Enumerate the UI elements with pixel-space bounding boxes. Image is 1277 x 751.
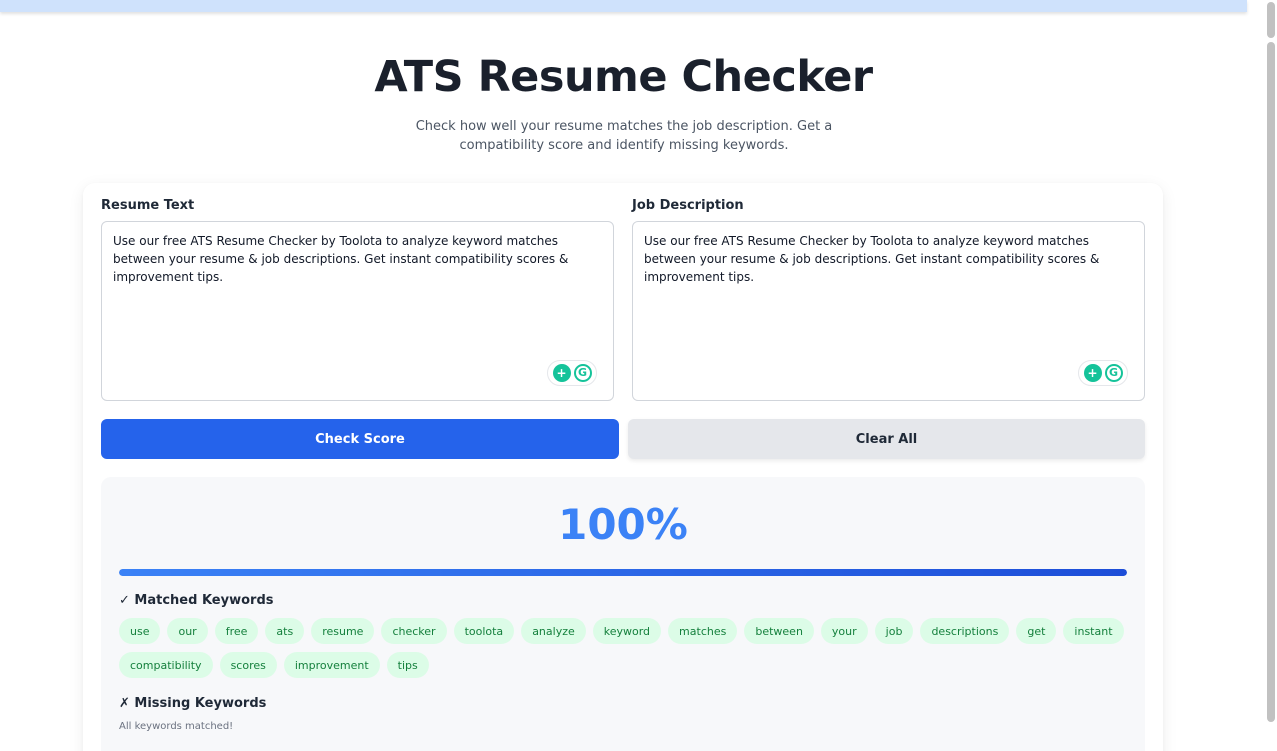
- keyword-chip: compatibility: [119, 652, 213, 678]
- top-banner: [0, 0, 1247, 12]
- grammarly-icon[interactable]: G: [1104, 364, 1123, 382]
- keyword-chip: instant: [1063, 618, 1124, 644]
- matched-keywords-heading: ✓ Matched Keywords: [119, 593, 274, 608]
- missing-keywords-heading: ✗ Missing Keywords: [119, 696, 267, 711]
- keyword-chip: toolota: [453, 618, 515, 644]
- keyword-chip: ats: [265, 618, 305, 644]
- keyword-chip: keyword: [592, 618, 662, 644]
- job-description-text: Use our free ATS Resume Checker by Toolo…: [644, 234, 1100, 284]
- job-description-textarea[interactable]: Use our free ATS Resume Checker by Toolo…: [632, 221, 1145, 401]
- scrollbar-thumb-top[interactable]: [1267, 2, 1275, 38]
- resume-text: Use our free ATS Resume Checker by Toolo…: [113, 234, 569, 284]
- keyword-chip: analyze: [521, 618, 586, 644]
- score-value: 100%: [558, 500, 688, 549]
- keyword-chip: checker: [381, 618, 447, 644]
- keyword-chip: your: [820, 618, 868, 644]
- grammarly-widget[interactable]: + G: [1078, 360, 1128, 386]
- keyword-chip: job: [874, 618, 914, 644]
- resume-textarea[interactable]: Use our free ATS Resume Checker by Toolo…: [101, 221, 614, 401]
- keyword-chip: free: [214, 618, 259, 644]
- keyword-chip: descriptions: [920, 618, 1010, 644]
- keyword-chip: use: [119, 618, 161, 644]
- keyword-chip: resume: [311, 618, 375, 644]
- score-progress-bar: [119, 569, 1127, 576]
- job-description-label: Job Description: [632, 198, 744, 213]
- keyword-chip: get: [1016, 618, 1057, 644]
- score-progress-fill: [119, 569, 1127, 576]
- missing-keywords-note: All keywords matched!: [119, 721, 234, 732]
- scrollbar[interactable]: [1265, 0, 1277, 751]
- keyword-chip: between: [744, 618, 814, 644]
- lightbulb-icon[interactable]: +: [552, 364, 571, 382]
- keyword-chip: our: [167, 618, 208, 644]
- scrollbar-thumb[interactable]: [1267, 42, 1275, 722]
- page-title: ATS Resume Checker: [374, 52, 873, 102]
- check-score-button[interactable]: Check Score: [101, 419, 619, 459]
- lightbulb-icon[interactable]: +: [1083, 364, 1102, 382]
- resume-label: Resume Text: [101, 198, 195, 213]
- page-subtitle: Check how well your resume matches the j…: [415, 119, 833, 153]
- keyword-chip: improvement: [283, 652, 380, 678]
- matched-keywords-list: use our free ats resume checker toolota analyze…: [119, 618, 1134, 678]
- keyword-chip: matches: [668, 618, 738, 644]
- keyword-chip: scores: [219, 652, 277, 678]
- clear-all-button[interactable]: Clear All: [628, 419, 1145, 459]
- keyword-chip: tips: [386, 652, 429, 678]
- grammarly-icon[interactable]: G: [573, 364, 592, 382]
- grammarly-widget[interactable]: + G: [547, 360, 597, 386]
